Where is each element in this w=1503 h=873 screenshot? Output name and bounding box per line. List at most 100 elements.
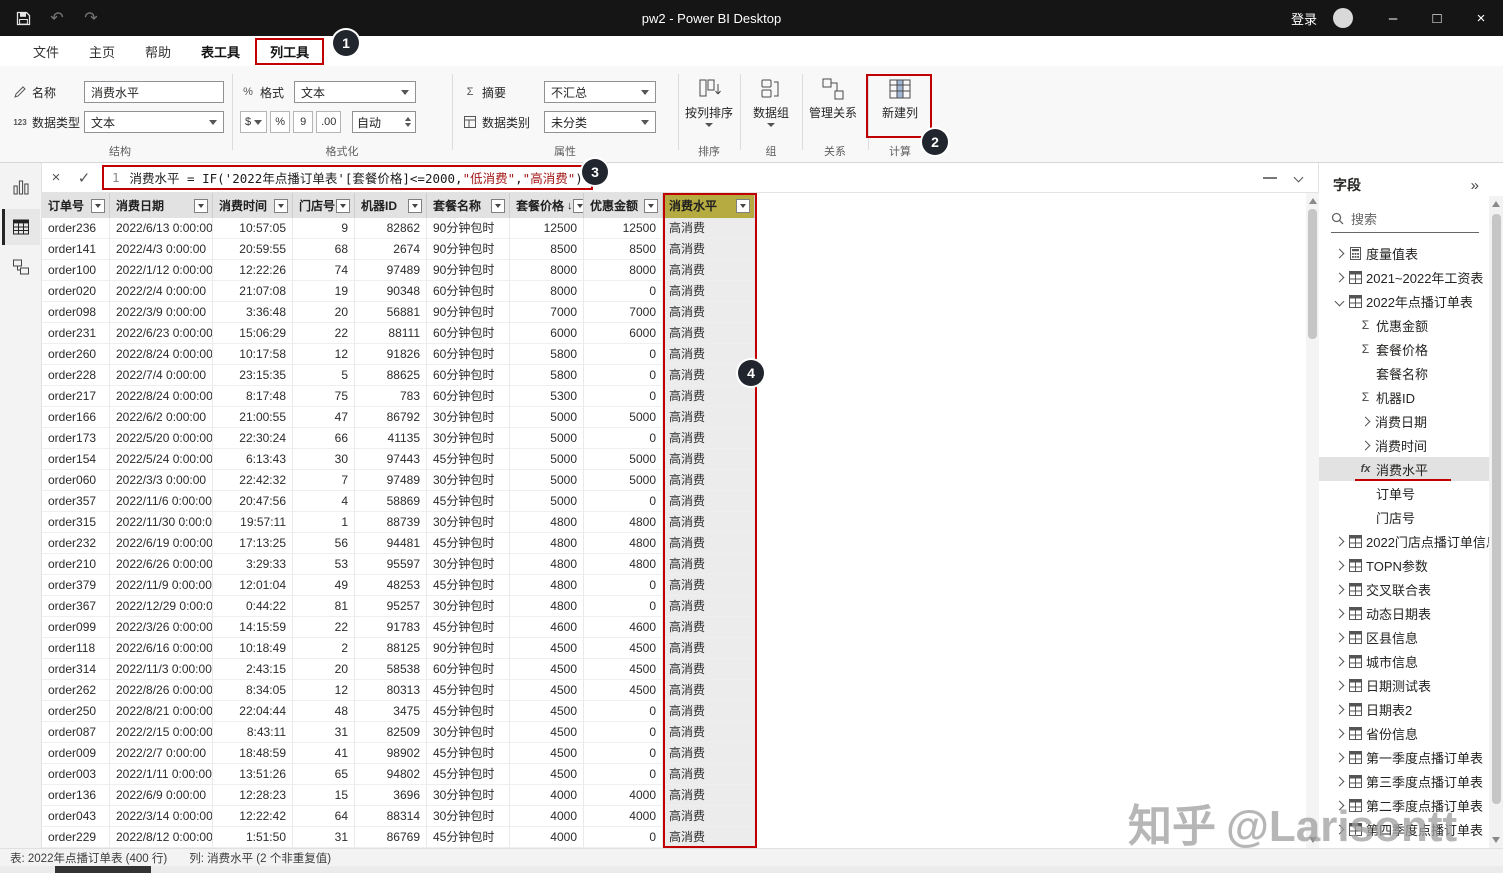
filter-icon[interactable] (644, 198, 658, 213)
cell-消费水平[interactable]: 高消费 (663, 743, 755, 764)
cell-消费日期[interactable]: 2022/6/26 0:00:00 (110, 554, 213, 575)
cell-门店号[interactable]: 19 (293, 281, 355, 302)
cell-套餐名称[interactable]: 90分钟包时 (427, 260, 510, 281)
cell-订单号[interactable]: order043 (42, 806, 110, 827)
format-button-.00[interactable]: .00 (316, 111, 342, 133)
cell-消费时间[interactable]: 20:47:56 (213, 491, 293, 512)
data-view-icon[interactable] (1, 209, 40, 245)
cell-机器ID[interactable]: 2674 (355, 239, 427, 260)
cell-消费水平[interactable]: 高消费 (663, 239, 755, 260)
fields-search-input[interactable]: 搜索 (1331, 205, 1479, 233)
column-header-消费日期[interactable]: 消费日期 (110, 193, 213, 218)
cell-优惠金额[interactable]: 4500 (584, 680, 663, 701)
cell-消费水平[interactable]: 高消费 (663, 617, 755, 638)
chevron-right-icon[interactable] (1331, 704, 1347, 714)
cell-套餐名称[interactable]: 60分钟包时 (427, 386, 510, 407)
cell-消费水平[interactable]: 高消费 (663, 491, 755, 512)
cell-订单号[interactable]: order379 (42, 575, 110, 596)
cell-机器ID[interactable]: 41135 (355, 428, 427, 449)
field-item-套餐名称[interactable]: 套餐名称 (1319, 361, 1489, 385)
cell-优惠金额[interactable]: 0 (584, 386, 663, 407)
cell-消费日期[interactable]: 2022/3/26 0:00:00 (110, 617, 213, 638)
cell-消费时间[interactable]: 12:01:04 (213, 575, 293, 596)
cell-门店号[interactable]: 31 (293, 827, 355, 848)
cell-套餐价格[interactable]: 8000 (510, 260, 584, 281)
cell-优惠金额[interactable]: 0 (584, 281, 663, 302)
cell-套餐价格[interactable]: 4500 (510, 722, 584, 743)
format-button-$[interactable]: $ (240, 111, 268, 133)
field-item-2021~2022年工资表[interactable]: 2021~2022年工资表 (1319, 265, 1489, 289)
scrollbar-thumb[interactable] (55, 866, 151, 873)
cell-机器ID[interactable]: 88111 (355, 323, 427, 344)
cell-消费时间[interactable]: 18:48:59 (213, 743, 293, 764)
cell-套餐价格[interactable]: 4800 (510, 512, 584, 533)
cell-套餐价格[interactable]: 5000 (510, 449, 584, 470)
chevron-right-icon[interactable] (1357, 440, 1373, 450)
cell-套餐名称[interactable]: 60分钟包时 (427, 659, 510, 680)
data-groups-button[interactable]: 数据组 (741, 76, 801, 127)
cell-套餐名称[interactable]: 45分钟包时 (427, 491, 510, 512)
cell-消费时间[interactable]: 22:04:44 (213, 701, 293, 722)
cell-门店号[interactable]: 20 (293, 659, 355, 680)
sort-by-column-button[interactable]: 按列排序 (679, 76, 739, 127)
formula-expand-icon[interactable] (1293, 172, 1304, 183)
cell-优惠金额[interactable]: 4500 (584, 638, 663, 659)
cell-机器ID[interactable]: 94802 (355, 764, 427, 785)
cell-消费日期[interactable]: 2022/8/26 0:00:00 (110, 680, 213, 701)
cell-消费日期[interactable]: 2022/2/4 0:00:00 (110, 281, 213, 302)
cell-套餐价格[interactable]: 8000 (510, 281, 584, 302)
cell-消费水平[interactable]: 高消费 (663, 302, 755, 323)
cell-订单号[interactable]: order260 (42, 344, 110, 365)
cell-消费水平[interactable]: 高消费 (663, 470, 755, 491)
cell-消费时间[interactable]: 12:28:23 (213, 785, 293, 806)
cell-消费日期[interactable]: 2022/5/24 0:00:00 (110, 449, 213, 470)
cell-订单号[interactable]: order060 (42, 470, 110, 491)
column-name-input[interactable]: 消费水平 (84, 81, 224, 103)
chevron-right-icon[interactable] (1331, 248, 1347, 258)
cell-消费日期[interactable]: 2022/3/9 0:00:00 (110, 302, 213, 323)
save-icon[interactable] (14, 9, 32, 27)
cell-消费时间[interactable]: 10:17:58 (213, 344, 293, 365)
cell-机器ID[interactable]: 82509 (355, 722, 427, 743)
cell-套餐价格[interactable]: 4500 (510, 680, 584, 701)
cell-套餐价格[interactable]: 5800 (510, 344, 584, 365)
column-header-门店号[interactable]: 门店号 (293, 193, 355, 218)
scroll-down-icon[interactable] (1492, 837, 1500, 843)
cell-门店号[interactable]: 1 (293, 512, 355, 533)
field-item-第三季度点播订单表[interactable]: 第三季度点播订单表 (1319, 769, 1489, 793)
cell-订单号[interactable]: order357 (42, 491, 110, 512)
cell-订单号[interactable]: order136 (42, 785, 110, 806)
cell-门店号[interactable]: 65 (293, 764, 355, 785)
cell-消费日期[interactable]: 2022/8/24 0:00:00 (110, 386, 213, 407)
chevron-right-icon[interactable] (1331, 560, 1347, 570)
manage-relationships-button[interactable]: 管理关系 (803, 76, 863, 121)
cell-消费水平[interactable]: 高消费 (663, 428, 755, 449)
cell-套餐名称[interactable]: 30分钟包时 (427, 785, 510, 806)
cell-消费水平[interactable]: 高消费 (663, 596, 755, 617)
cell-优惠金额[interactable]: 0 (584, 428, 663, 449)
cell-消费日期[interactable]: 2022/5/20 0:00:00 (110, 428, 213, 449)
cell-门店号[interactable]: 22 (293, 323, 355, 344)
ribbon-tab-列工具[interactable]: 列工具 (255, 37, 325, 65)
cell-优惠金额[interactable]: 0 (584, 575, 663, 596)
cell-消费日期[interactable]: 2022/11/30 0:00:00 (110, 512, 213, 533)
cell-消费水平[interactable]: 高消费 (663, 638, 755, 659)
field-item-机器ID[interactable]: Σ 机器ID (1319, 385, 1489, 409)
close-button[interactable]: × (1459, 0, 1503, 36)
cell-消费时间[interactable]: 19:57:11 (213, 512, 293, 533)
field-item-省份信息[interactable]: 省份信息 (1319, 721, 1489, 745)
cell-套餐名称[interactable]: 60分钟包时 (427, 344, 510, 365)
field-item-第一季度点播订单表[interactable]: 第一季度点播订单表 (1319, 745, 1489, 769)
cell-门店号[interactable]: 68 (293, 239, 355, 260)
cell-机器ID[interactable]: 88739 (355, 512, 427, 533)
chevron-right-icon[interactable] (1331, 800, 1347, 810)
format-button-%[interactable]: % (270, 111, 291, 133)
cell-消费日期[interactable]: 2022/8/12 0:00:00 (110, 827, 213, 848)
cell-消费水平[interactable]: 高消费 (663, 554, 755, 575)
cell-门店号[interactable]: 9 (293, 218, 355, 239)
cell-订单号[interactable]: order367 (42, 596, 110, 617)
cell-订单号[interactable]: order236 (42, 218, 110, 239)
cell-门店号[interactable]: 22 (293, 617, 355, 638)
field-item-2022门店点播订单信息[interactable]: 2022门店点播订单信息 (1319, 529, 1489, 553)
cell-机器ID[interactable]: 3696 (355, 785, 427, 806)
